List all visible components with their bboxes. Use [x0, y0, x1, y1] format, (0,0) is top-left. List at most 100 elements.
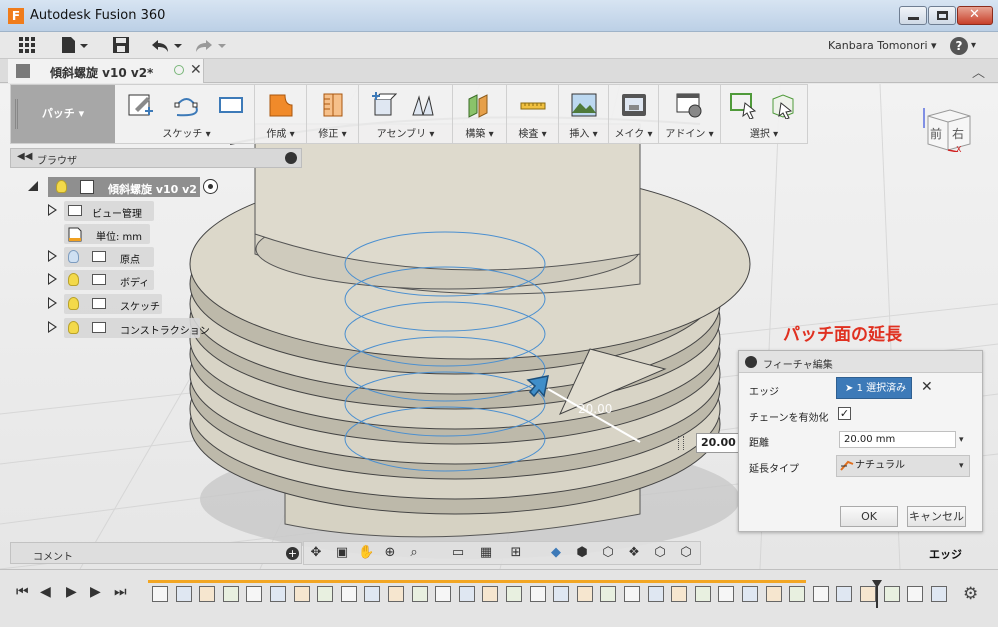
ribbon-group-sketch[interactable]: スケッチ ▾ [119, 85, 255, 143]
visibility-bulb-icon[interactable] [68, 321, 79, 334]
offset-plane-icon[interactable] [465, 91, 493, 119]
help-icon[interactable]: ? [950, 37, 968, 55]
visibility-bulb-icon[interactable] [68, 273, 79, 286]
orbit-icon[interactable]: ✥ [308, 545, 324, 561]
minimize-panel-icon[interactable] [285, 152, 297, 164]
timeline-feature-icon[interactable] [388, 586, 404, 602]
timeline-feature-icon[interactable] [765, 586, 782, 602]
look-at-icon[interactable]: ▣ [334, 545, 350, 561]
ribbon-group-inspect[interactable]: 検査 ▾ [507, 85, 559, 143]
expand-icon[interactable] [48, 297, 57, 309]
ribbon-group-make[interactable]: メイク ▾ [609, 85, 659, 143]
wireframe-cube-icon[interactable]: ❖ [626, 545, 642, 561]
comments-panel[interactable]: コメント + [10, 542, 302, 564]
expand-icon[interactable] [48, 204, 57, 216]
redo-icon[interactable] [194, 36, 228, 56]
tree-item-view-management[interactable]: ビュー管理 [48, 201, 158, 221]
expand-icon[interactable] [48, 321, 57, 333]
step-forward-icon[interactable]: ▶ [90, 584, 101, 600]
minimize-button[interactable] [899, 6, 927, 25]
timeline-feature-icon[interactable] [506, 586, 522, 602]
timeline-feature-icon[interactable] [340, 586, 357, 602]
timeline-feature-icon[interactable] [718, 586, 735, 602]
play-icon[interactable]: ▶ [66, 584, 77, 600]
maximize-button[interactable] [928, 6, 956, 25]
select-filter-icon[interactable] [769, 91, 797, 119]
viewports-icon[interactable]: ⊞ [508, 545, 524, 561]
expand-icon[interactable] [48, 273, 57, 285]
ribbon-group-construct[interactable]: 構築 ▾ [453, 85, 507, 143]
pan-hand-icon[interactable]: ✋ [358, 545, 374, 561]
timeline-feature-icon[interactable] [152, 586, 168, 602]
data-panel-grid-icon[interactable] [18, 36, 36, 56]
timeline-feature-icon[interactable] [671, 586, 688, 602]
input-grip-icon[interactable] [678, 436, 684, 450]
workspace-selector[interactable]: パッチ ▾ [11, 85, 115, 143]
visibility-bulb-icon[interactable] [56, 180, 67, 193]
browser-panel-header[interactable]: ◀◀ ブラウザ [10, 148, 302, 168]
shaded-cube-icon[interactable]: ◆ [548, 545, 564, 561]
timeline-feature-icon[interactable] [175, 586, 192, 602]
timeline-marker-icon[interactable] [872, 580, 882, 608]
fit-icon[interactable]: ⌕ [406, 545, 422, 561]
create-patch-icon[interactable] [267, 91, 295, 119]
cube-hidden-icon[interactable]: ⬡ [678, 545, 694, 561]
timeline-feature-icon[interactable] [789, 586, 806, 602]
timeline-settings-gear-icon[interactable]: ⚙ [963, 584, 978, 604]
add-comment-icon[interactable]: + [286, 547, 299, 560]
edge-selection-button[interactable]: ➤ 1 選択済み [836, 377, 912, 399]
timeline-feature-icon[interactable] [293, 586, 310, 602]
insert-image-icon[interactable] [570, 91, 598, 119]
tree-item-bodies[interactable]: ボディ [48, 270, 158, 290]
timeline-feature-icon[interactable] [199, 586, 216, 602]
zoom-icon[interactable]: ⊕ [382, 545, 398, 561]
distance-input[interactable]: 20.00 mm [839, 431, 956, 448]
timeline-feature-icon[interactable] [742, 586, 758, 602]
collapse-toolbar-icon[interactable]: ︿ [972, 62, 985, 81]
cancel-button[interactable]: キャンセル [907, 506, 966, 527]
timeline-feature-icon[interactable] [624, 586, 640, 602]
undo-icon[interactable] [150, 36, 184, 56]
create-sketch-icon[interactable] [127, 91, 155, 119]
timeline-feature-icon[interactable] [907, 586, 924, 602]
activate-radio-icon[interactable] [203, 179, 218, 194]
timeline-feature-icon[interactable] [883, 586, 900, 602]
ribbon-group-addins[interactable]: アドイン ▾ [659, 85, 721, 143]
document-tab[interactable]: 傾斜螺旋 v10 v2* ✕ [8, 59, 204, 83]
expand-icon[interactable] [48, 250, 57, 262]
ribbon-group-create[interactable]: 作成 ▾ [255, 85, 307, 143]
step-back-icon[interactable]: ◀ [40, 584, 51, 600]
timeline-feature-icon[interactable] [435, 586, 452, 602]
help-dropdown-icon[interactable]: ▾ [971, 40, 976, 51]
go-to-end-icon[interactable]: ⏭ [114, 584, 127, 600]
display-settings-icon[interactable]: ▭ [450, 545, 466, 561]
timeline-feature-icon[interactable] [411, 586, 428, 602]
save-icon[interactable] [112, 36, 130, 56]
distance-dropdown-icon[interactable]: ▾ [959, 435, 964, 445]
canvas-distance-input[interactable]: 20.00 mm [696, 433, 740, 453]
collapse-dialog-icon[interactable] [745, 356, 757, 368]
ribbon-group-select[interactable]: 選択 ▾ [721, 85, 807, 143]
visibility-bulb-icon[interactable] [68, 250, 79, 263]
ribbon-group-modify[interactable]: 修正 ▾ [307, 85, 359, 143]
timeline-feature-icon[interactable] [600, 586, 617, 602]
file-menu-icon[interactable] [60, 36, 90, 56]
grid-settings-icon[interactable]: ▦ [478, 545, 494, 561]
visibility-bulb-icon[interactable] [68, 297, 79, 310]
timeline-feature-icon[interactable] [930, 586, 947, 602]
tree-item-units[interactable]: 単位: mm [48, 224, 158, 244]
timeline-feature-icon[interactable] [553, 586, 570, 602]
extend-type-dropdown-icon[interactable]: ▾ [959, 461, 964, 471]
modify-icon[interactable] [319, 91, 347, 119]
ok-button[interactable]: OK [840, 506, 898, 527]
tree-item-origin[interactable]: 原点 [48, 247, 158, 267]
collapse-panel-icon[interactable]: ◀◀ [17, 151, 32, 162]
clear-selection-icon[interactable]: ✕ [921, 379, 933, 395]
rectangle-icon[interactable] [217, 91, 245, 119]
measure-icon[interactable] [519, 91, 547, 119]
close-tab-icon[interactable]: ✕ [190, 62, 202, 78]
dialog-header[interactable]: フィーチャ編集 [739, 351, 982, 373]
extend-type-select[interactable]: ナチュラル [836, 455, 970, 477]
timeline-feature-icon[interactable] [694, 586, 711, 602]
view-cube[interactable]: 前 右 Z X [916, 103, 974, 154]
